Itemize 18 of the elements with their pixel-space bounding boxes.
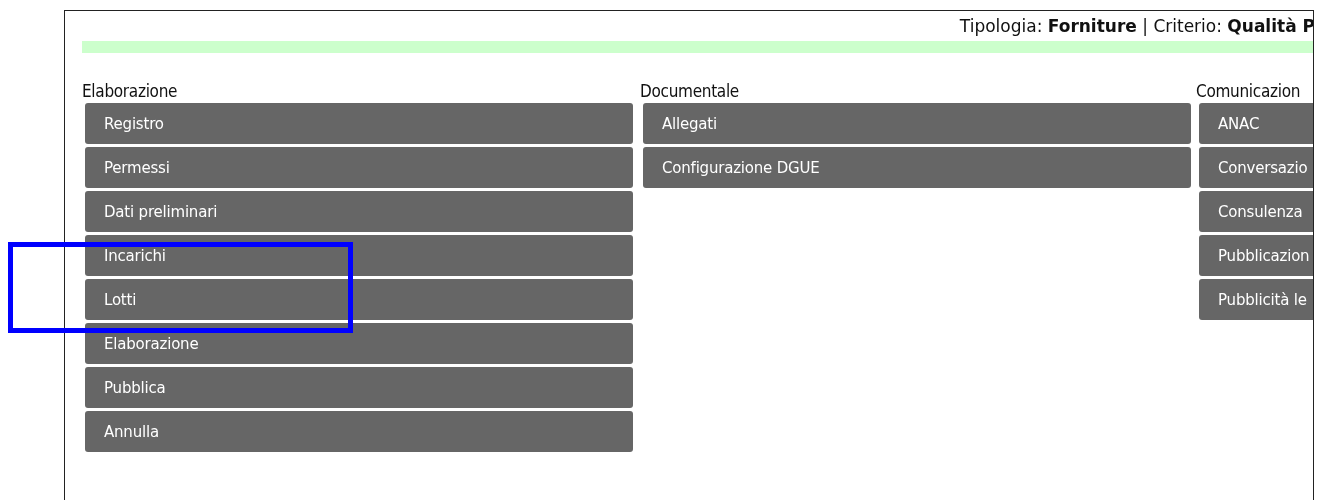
- menu-button[interactable]: Lotti: [85, 279, 633, 320]
- menu-button[interactable]: Pubblica: [85, 367, 633, 408]
- column-title: Comunicazion: [1196, 80, 1301, 103]
- menu-button[interactable]: Annulla: [85, 411, 633, 452]
- menu-button[interactable]: Dati preliminari: [85, 191, 633, 232]
- column-title: Elaborazione: [82, 80, 178, 103]
- menu-button[interactable]: ANAC: [1199, 103, 1313, 144]
- menu-button[interactable]: Consulenza: [1199, 191, 1313, 232]
- menu-button[interactable]: Pubblicazion: [1199, 235, 1313, 276]
- menu-button[interactable]: Incarichi: [85, 235, 633, 276]
- menu-button[interactable]: Pubblicità le: [1199, 279, 1313, 320]
- menu-button[interactable]: Registro: [85, 103, 633, 144]
- menu-button[interactable]: Configurazione DGUE: [643, 147, 1191, 188]
- menu-button[interactable]: Elaborazione: [85, 323, 633, 364]
- menu-button[interactable]: Allegati: [643, 103, 1191, 144]
- menu-button[interactable]: Permessi: [85, 147, 633, 188]
- menu-button[interactable]: Conversazio: [1199, 147, 1313, 188]
- column-title: Documentale: [640, 80, 739, 103]
